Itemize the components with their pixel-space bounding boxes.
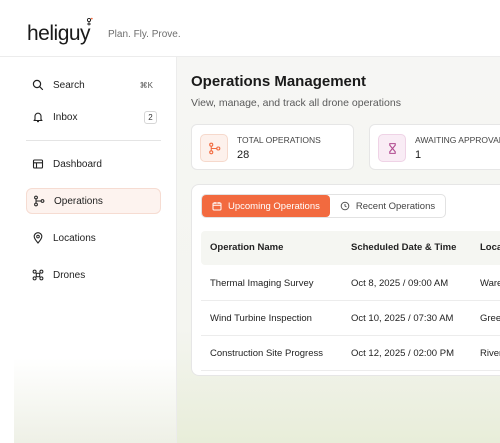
operations-icon xyxy=(200,134,228,162)
operations-panel: Upcoming Operations Recent Operations Op… xyxy=(191,184,500,376)
page-title: Operations Management xyxy=(191,73,367,90)
column-header[interactable]: Operation Name xyxy=(210,242,283,253)
main-content: Operations Management View, manage, and … xyxy=(176,57,500,443)
sidebar: Search ⌘K Inbox 2 Dashboard Operations L… xyxy=(14,57,176,443)
table-header: Operation Name Scheduled Date & Time Loc… xyxy=(201,231,500,265)
stat-value: 28 xyxy=(237,149,250,161)
cell-operation-name: Construction Site Progress xyxy=(210,348,323,359)
logo-text: heliguy xyxy=(27,22,91,45)
sidebar-item-dashboard[interactable]: Dashboard xyxy=(26,151,161,177)
table-row[interactable]: Construction Site Progress Oct 12, 2025 … xyxy=(201,336,500,371)
table-row[interactable]: Wind Turbine Inspection Oct 10, 2025 / 0… xyxy=(201,301,500,336)
sidebar-item-label: Drones xyxy=(53,269,86,281)
cell-location: River xyxy=(480,348,500,359)
stat-label: TOTAL OPERATIONS xyxy=(237,135,321,145)
inbox-bell-icon xyxy=(32,111,44,123)
cell-location: Gree xyxy=(480,313,500,324)
sidebar-item-label: Locations xyxy=(53,232,96,244)
tab-label: Upcoming Operations xyxy=(228,200,320,212)
brand-logo[interactable]: heliguy xyxy=(27,17,93,46)
location-pin-icon xyxy=(32,232,44,244)
cell-scheduled-date: Oct 10, 2025 / 07:30 AM xyxy=(351,313,454,324)
operations-tabs: Upcoming Operations Recent Operations xyxy=(201,194,447,218)
sidebar-item-inbox[interactable]: Inbox 2 xyxy=(26,104,161,130)
page-subtitle: View, manage, and track all drone operat… xyxy=(191,97,401,109)
tab-recent-operations[interactable]: Recent Operations xyxy=(330,195,445,217)
search-button[interactable]: Search ⌘K xyxy=(26,72,161,98)
cell-operation-name: Thermal Imaging Survey xyxy=(210,278,314,289)
stat-label: AWAITING APPROVAL xyxy=(415,135,500,145)
operations-icon xyxy=(33,195,45,207)
cell-location: Ware xyxy=(480,278,500,289)
search-shortcut: ⌘K xyxy=(139,80,153,90)
stat-card-awaiting-approval: AWAITING APPROVAL 1 xyxy=(369,124,500,170)
sidebar-item-label: Dashboard xyxy=(53,158,102,170)
inbox-label: Inbox xyxy=(53,111,78,123)
logo-drone-icon xyxy=(86,17,93,26)
table-row[interactable]: Thermal Imaging Survey Oct 8, 2025 / 09:… xyxy=(201,266,500,301)
search-label: Search xyxy=(53,79,85,91)
inbox-count-badge: 2 xyxy=(144,110,157,124)
stat-card-total-operations: TOTAL OPERATIONS 28 xyxy=(191,124,354,170)
tab-upcoming-operations[interactable]: Upcoming Operations xyxy=(202,195,330,217)
hourglass-icon xyxy=(378,134,406,162)
cell-scheduled-date: Oct 12, 2025 / 02:00 PM xyxy=(351,348,454,359)
tab-label: Recent Operations xyxy=(355,200,436,212)
sidebar-item-locations[interactable]: Locations xyxy=(26,225,161,251)
column-header[interactable]: Loca xyxy=(480,242,500,253)
dashboard-icon xyxy=(32,158,44,170)
brand-tagline: Plan. Fly. Prove. xyxy=(108,29,181,40)
search-icon xyxy=(32,79,44,91)
history-icon xyxy=(340,201,350,211)
cell-scheduled-date: Oct 8, 2025 / 09:00 AM xyxy=(351,278,449,289)
top-bar: heliguy Plan. Fly. Prove. xyxy=(0,0,500,57)
sidebar-item-label: Operations xyxy=(54,195,103,207)
sidebar-divider xyxy=(26,140,161,141)
sidebar-item-operations[interactable]: Operations xyxy=(26,188,161,214)
stat-value: 1 xyxy=(415,149,422,161)
sidebar-item-drones[interactable]: Drones xyxy=(26,262,161,288)
calendar-icon xyxy=(212,201,222,211)
drone-icon xyxy=(32,269,44,281)
column-header[interactable]: Scheduled Date & Time xyxy=(351,242,456,253)
cell-operation-name: Wind Turbine Inspection xyxy=(210,313,312,324)
